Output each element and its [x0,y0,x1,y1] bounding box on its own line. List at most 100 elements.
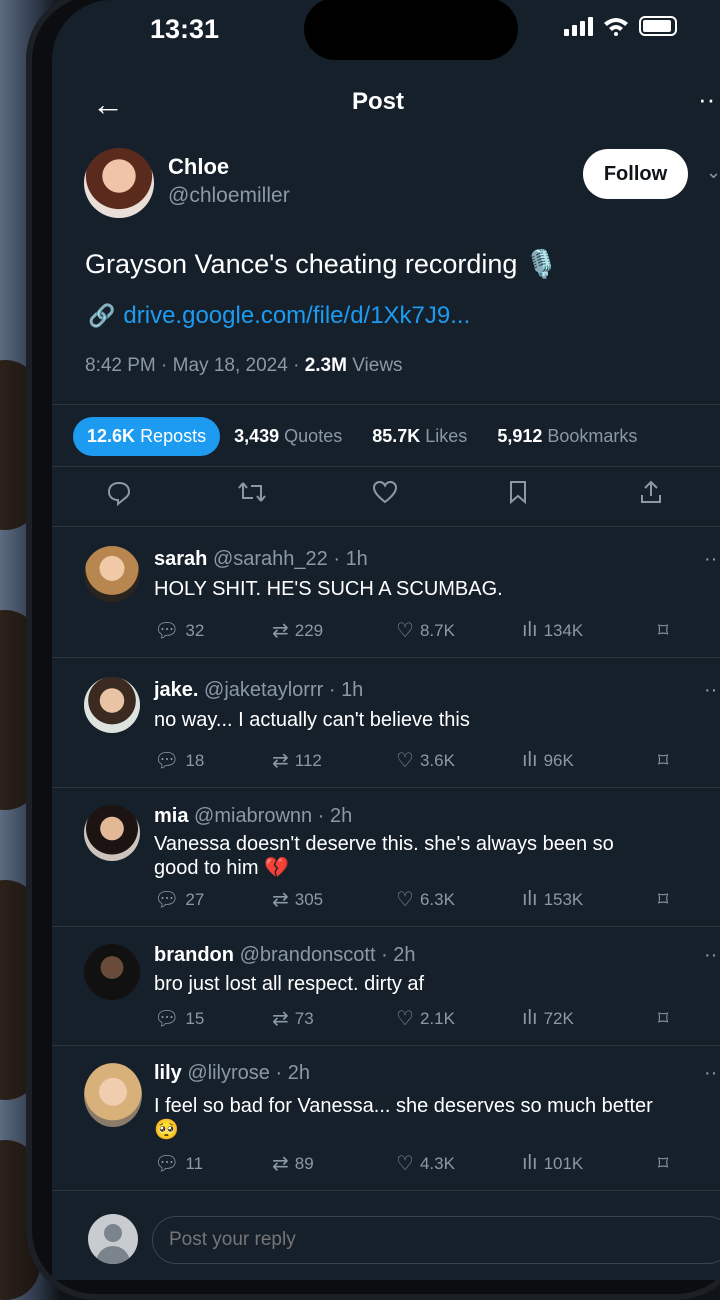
likes-stat[interactable]: 85.7K Likes [372,426,467,447]
reply-avatar[interactable] [84,1063,142,1127]
bookmark-icon[interactable]: ⌑ [658,1006,668,1031]
like-icon: ♡ [396,1008,414,1030]
author-avatar[interactable] [84,148,154,218]
more-icon[interactable]: ·· [704,1062,717,1085]
post-actions [52,480,720,506]
view-count[interactable]: ılı 134K [522,619,658,642]
like-count[interactable]: ♡ 4.3K [396,1151,522,1176]
reply-name[interactable]: sarah [154,548,207,570]
reply-icon: 💬︎ [154,889,180,911]
reply-count-value: 18 [185,750,205,770]
reply-handle[interactable]: @miabrownn [194,805,312,827]
divider [52,657,720,658]
reply-avatar[interactable] [84,944,140,1000]
reply-count[interactable]: 💬︎ 15 [154,1006,272,1031]
post-link[interactable]: 🔗 drive.google.com/file/d/1Xk7J9... [88,302,470,330]
reply-age: 2h [329,805,353,827]
link-text[interactable]: drive.google.com/file/d/1Xk7J9... [123,302,470,330]
reply-text: I feel so bad for Vanessa... she deserve… [154,1095,653,1141]
divider [52,1190,720,1191]
reply-name[interactable]: lily [154,1062,182,1084]
bookmarks-count: 5,912 [497,426,543,446]
reply-count[interactable]: 💬︎ 27 [154,887,272,912]
repost-count-value: 112 [294,750,322,770]
reply-header: brandon @brandonscott · 2h [154,944,416,966]
like-count[interactable]: ♡ 3.6K [396,748,522,773]
author-name[interactable]: Chloe [168,154,229,180]
repost-icon: ⇄ [272,889,289,911]
reply-name[interactable]: jake. [154,679,198,701]
reply-icon[interactable] [52,480,185,506]
link-icon: 🔗 [88,303,116,328]
reply-count[interactable]: 💬︎ 11 [154,1151,272,1176]
reply-handle[interactable]: @jaketaylorrr [204,679,323,701]
like-icon: ♡ [396,889,414,911]
signal-icon [564,16,593,36]
bookmark-icon[interactable]: ⌑ [658,1151,668,1176]
reply-name[interactable]: mia [154,805,188,827]
like-icon[interactable] [318,480,451,506]
like-icon: ♡ [396,1153,414,1175]
reply-text: bro just lost all respect. dirty af [154,973,425,995]
reply-name[interactable]: brandon [154,944,234,966]
views-icon: ılı [522,749,538,771]
reposts-label: Reposts [140,426,207,446]
chevron-down-icon[interactable]: ⌄ [706,162,720,183]
like-count[interactable]: ♡ 2.1K [396,1006,522,1031]
share-icon[interactable] [584,480,717,506]
repost-icon: ⇄ [272,1008,289,1030]
wifi-icon [604,18,628,36]
reply-icon: 💬︎ [154,620,180,642]
reply-count[interactable]: 💬︎ 18 [154,748,272,773]
reply-actions: 💬︎ 27 ⇄ 305 ♡ 6.3K ılı 153K ⌑ [154,887,720,912]
repost-count[interactable]: ⇄ 229 [272,618,396,643]
bookmarks-stat[interactable]: 5,912 Bookmarks [497,426,637,447]
reply-age: 1h [345,548,368,570]
more-icon[interactable]: ·· [698,84,715,115]
user-avatar-icon[interactable] [88,1214,138,1264]
view-count[interactable]: ılı 72K [522,1007,658,1030]
bookmark-icon[interactable]: ⌑ [658,887,668,912]
view-count[interactable]: ılı 101K [522,1152,658,1175]
repost-icon[interactable] [185,480,318,506]
view-count[interactable]: ılı 96K [522,749,658,772]
quotes-stat[interactable]: 3,439 Quotes [234,426,342,447]
status-time: 13:31 [150,14,220,44]
back-arrow-icon[interactable]: ← [92,86,124,123]
reply-avatar[interactable] [84,546,140,602]
repost-count[interactable]: ⇄ 305 [272,887,396,912]
more-icon[interactable]: ·· [704,548,717,571]
bookmark-icon[interactable]: ⌑ [658,618,668,643]
like-icon: ♡ [396,750,414,772]
repost-icon: ⇄ [272,620,289,642]
page-title: Post [352,88,405,115]
author-handle[interactable]: @chloemiller [168,184,290,208]
more-icon[interactable]: ·· [704,679,717,702]
post-meta: 8:42 PM · May 18, 2024 · 2.3M Views [85,355,403,376]
views-icon: ılı [522,1152,538,1174]
repost-count[interactable]: ⇄ 73 [272,1006,396,1031]
more-icon[interactable]: ·· [704,944,717,967]
bookmark-icon[interactable]: ⌑ [658,748,668,773]
reply-input[interactable] [152,1216,720,1264]
reply-avatar[interactable] [84,677,140,733]
repost-count[interactable]: ⇄ 89 [272,1151,396,1176]
view-count[interactable]: ılı 153K [522,888,658,911]
repost-count-value: 89 [294,1153,314,1173]
like-count[interactable]: ♡ 8.7K [396,618,522,643]
reply-avatar[interactable] [84,805,140,861]
like-count-value: 2.1K [419,1008,455,1028]
reply-handle[interactable]: @brandonscott [240,944,376,966]
reply-count[interactable]: 💬︎ 32 [154,618,272,643]
views-icon: ılı [522,1007,538,1029]
repost-count[interactable]: ⇄ 112 [272,748,396,773]
follow-button[interactable]: Follow [583,149,688,199]
bookmark-icon[interactable] [451,480,584,506]
repost-count-value: 229 [294,620,324,640]
reply-handle[interactable]: @sarahh_22 [213,548,328,570]
reply-handle[interactable]: @lilyrose [187,1062,270,1084]
reply-count-value: 11 [185,1153,204,1173]
reposts-stat[interactable]: 12.6K Reposts [73,417,221,456]
views-icon: ılı [522,888,538,910]
like-count[interactable]: ♡ 6.3K [396,887,522,912]
